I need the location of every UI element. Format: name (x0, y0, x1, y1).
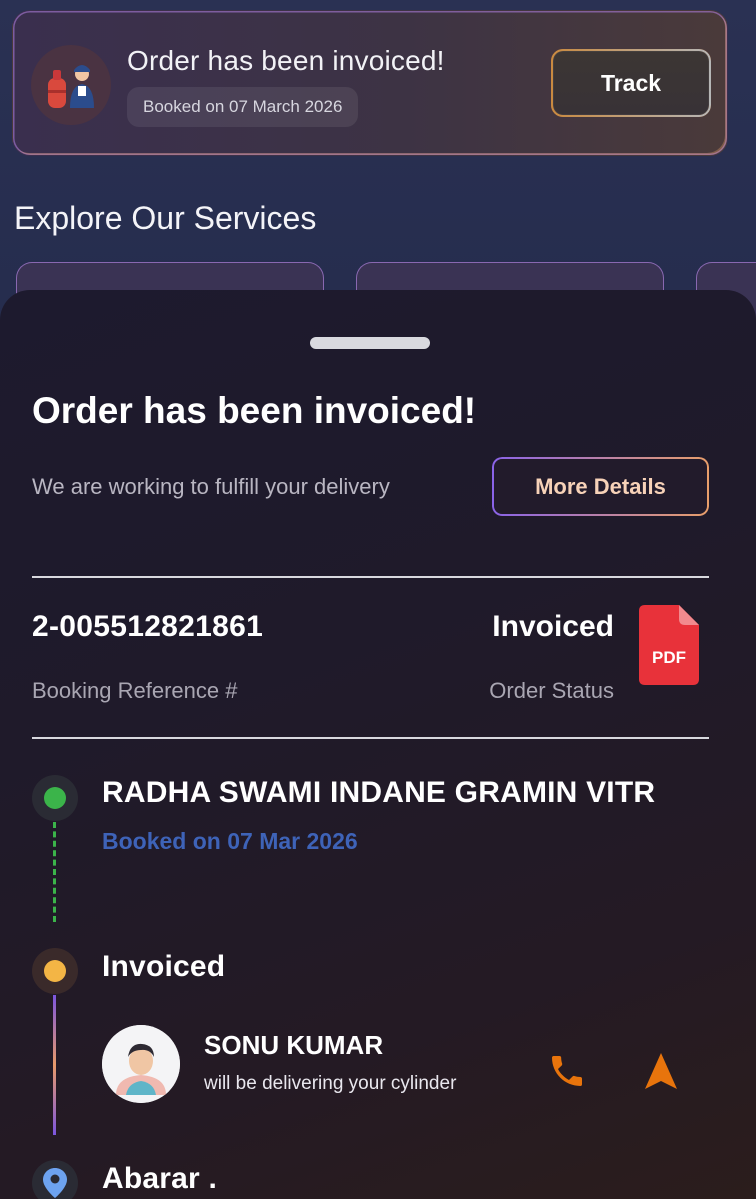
delivery-agent-subtitle: will be delivering your cylinder (204, 1073, 457, 1094)
pdf-label: PDF (652, 648, 686, 667)
phone-icon[interactable] (543, 1047, 591, 1095)
track-button[interactable]: Track (551, 49, 711, 117)
top-card-title: Order has been invoiced! (127, 45, 445, 76)
order-status-label: Order Status (489, 678, 614, 703)
distributor-name: RADHA SWAMI INDANE GRAMIN VITR (102, 776, 656, 809)
navigation-arrow-icon[interactable] (637, 1047, 685, 1095)
distributor-booked-date: Booked on 07 Mar 2026 (102, 828, 358, 854)
gas-cylinder-illustration (31, 45, 111, 125)
timeline-connector (53, 995, 56, 1135)
delivery-destination: Abarar . (102, 1162, 217, 1195)
booked-date-chip: Booked on 07 March 2026 (127, 87, 359, 127)
booking-reference-label: Booking Reference # (32, 678, 238, 703)
sheet-subtitle: We are working to fulfill your delivery (32, 474, 390, 499)
divider (32, 576, 709, 578)
services-section-title: Explore Our Services (14, 200, 317, 236)
timeline-node-complete (32, 775, 78, 821)
timeline-connector (53, 822, 56, 922)
divider (32, 737, 709, 739)
sheet-drag-handle[interactable] (310, 337, 430, 349)
delivery-agent-name: SONU KUMAR (204, 1030, 384, 1060)
sheet-title: Order has been invoiced! (32, 390, 477, 431)
delivery-agent-avatar (102, 1025, 180, 1103)
order-status-value: Invoiced (492, 610, 614, 643)
pdf-icon[interactable]: PDF (639, 605, 699, 685)
timeline-status-step: Invoiced (102, 950, 226, 983)
timeline-node-current (32, 948, 78, 994)
order-status-card[interactable]: Order has been invoiced! Booked on 07 Ma… (12, 10, 728, 156)
location-pin-icon (32, 1160, 78, 1199)
order-details-sheet: Order has been invoiced! We are working … (0, 290, 756, 1199)
more-details-label: More Details (535, 473, 666, 499)
booking-reference-number: 2-005512821861 (32, 610, 264, 643)
more-details-button[interactable]: More Details (492, 457, 709, 516)
